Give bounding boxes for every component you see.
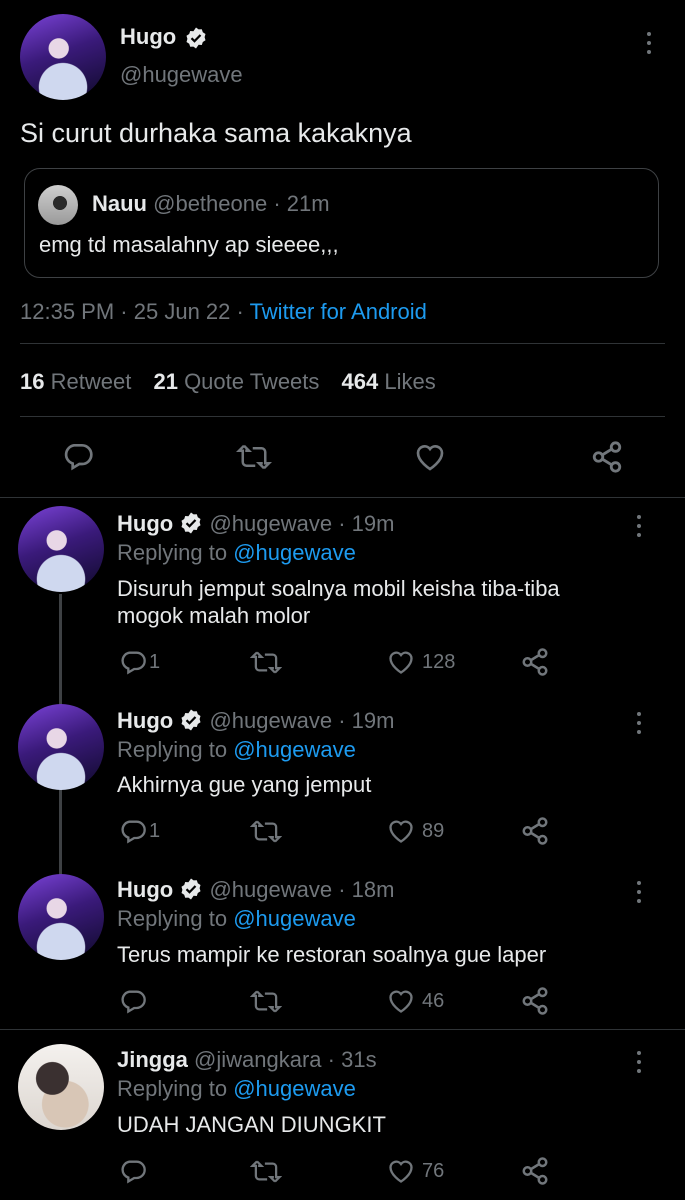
- reply-text: Terus mampir ke restoran soalnya gue lap…: [117, 942, 547, 967]
- like-icon[interactable]: [413, 441, 447, 473]
- reply-icon[interactable]: 1: [119, 817, 160, 845]
- replying-to-label: Replying to: [117, 540, 228, 565]
- main-author-name[interactable]: Hugo: [120, 24, 176, 49]
- main-author-name-row[interactable]: Hugo: [120, 24, 208, 50]
- retweet-icon[interactable]: [250, 988, 282, 1015]
- like-count: 76: [422, 1159, 445, 1182]
- replying-to-label: Replying to: [117, 906, 228, 931]
- reply-author-name[interactable]: Hugo: [117, 877, 173, 902]
- reply-author-handle[interactable]: @hugewave: [209, 877, 332, 902]
- retweet-icon[interactable]: [250, 649, 282, 676]
- likes-stat[interactable]: 464 Likes: [342, 369, 436, 394]
- like-icon[interactable]: 128: [386, 648, 455, 676]
- divider: [0, 1029, 685, 1030]
- reply-icon[interactable]: [119, 1157, 147, 1185]
- meta-separator: ·: [236, 299, 244, 324]
- quote-author-name: Nauu: [92, 191, 147, 216]
- tweet-stats: 16 Retweet 21 Quote Tweets 464 Likes: [20, 369, 436, 395]
- main-author-avatar[interactable]: [20, 14, 106, 100]
- replying-to-link[interactable]: @hugewave: [233, 540, 356, 565]
- replying-to-link[interactable]: @hugewave: [233, 906, 356, 931]
- reply-icon[interactable]: 1: [119, 648, 160, 676]
- quote-time: · 21m: [273, 191, 330, 216]
- quote-card[interactable]: Nauu @betheone · 21m emg td masalahny ap…: [24, 168, 659, 278]
- reply-avatar[interactable]: [18, 704, 104, 790]
- reply-time: · 19m: [338, 708, 395, 733]
- verified-badge-icon: [181, 709, 201, 731]
- more-icon[interactable]: [637, 712, 643, 739]
- main-more-icon[interactable]: [647, 32, 653, 59]
- quote-author-avatar: [38, 185, 78, 225]
- tweet-meta: 12:35 PM · 25 Jun 22 · Twitter for Andro…: [20, 299, 427, 325]
- reply-author-name[interactable]: Jingga: [117, 1047, 188, 1072]
- more-icon[interactable]: [637, 1051, 643, 1078]
- reply-text: Disuruh jemput soalnya mobil keisha tiba…: [117, 576, 560, 628]
- reply-author-handle[interactable]: @hugewave: [209, 708, 332, 733]
- tweet-date: 25 Jun 22: [133, 299, 231, 324]
- reply-count: 1: [149, 650, 161, 673]
- reply-author-name[interactable]: Hugo: [117, 511, 173, 536]
- reply-time: · 31s: [327, 1047, 377, 1072]
- like-count: 128: [422, 650, 456, 673]
- reply-author-handle[interactable]: @jiwangkara: [194, 1047, 322, 1072]
- replying-to-link[interactable]: @hugewave: [233, 737, 356, 762]
- more-icon[interactable]: [637, 515, 643, 542]
- like-icon[interactable]: 76: [386, 1157, 444, 1185]
- share-icon[interactable]: [520, 816, 550, 846]
- replying-to-label: Replying to: [117, 1076, 228, 1101]
- like-count: 89: [422, 819, 445, 842]
- reply-text: Akhirnya gue yang jemput: [117, 772, 372, 797]
- reply-time: · 18m: [338, 877, 395, 902]
- quote-author-handle: @betheone: [153, 191, 268, 216]
- reply-icon[interactable]: [119, 987, 147, 1015]
- main-tweet-text: Si curut durhaka sama kakaknya: [20, 118, 412, 148]
- reply-avatar[interactable]: [18, 1044, 104, 1130]
- share-icon[interactable]: [520, 986, 550, 1016]
- verified-badge-icon: [186, 27, 206, 49]
- share-icon[interactable]: [520, 647, 550, 677]
- reply-icon[interactable]: [62, 440, 94, 472]
- reply-avatar[interactable]: [18, 874, 104, 960]
- retweet-icon[interactable]: [236, 442, 272, 472]
- like-icon[interactable]: 89: [386, 817, 444, 845]
- divider: [20, 343, 665, 344]
- more-icon[interactable]: [637, 881, 643, 908]
- reply-time: · 19m: [338, 511, 395, 536]
- verified-badge-icon: [181, 512, 201, 534]
- reply-author-handle[interactable]: @hugewave: [209, 511, 332, 536]
- retweet-stat[interactable]: 16 Retweet: [20, 369, 131, 394]
- quote-text: emg td masalahny ap sieeee,,,: [39, 232, 339, 257]
- like-icon[interactable]: 46: [386, 987, 444, 1015]
- reply-author-name[interactable]: Hugo: [117, 708, 173, 733]
- verified-badge-icon: [181, 878, 201, 900]
- reply-count: 1: [149, 819, 161, 842]
- tweet-source-link[interactable]: Twitter for Android: [250, 299, 427, 324]
- retweet-icon[interactable]: [250, 1158, 282, 1185]
- main-author-handle[interactable]: @hugewave: [120, 62, 243, 88]
- replying-to-link[interactable]: @hugewave: [233, 1076, 356, 1101]
- tweet-time: 12:35 PM: [20, 299, 115, 324]
- like-count: 46: [422, 989, 445, 1012]
- reply-text: UDAH JANGAN DIUNGKIT: [117, 1112, 386, 1137]
- divider: [0, 497, 685, 498]
- divider: [20, 416, 665, 417]
- meta-separator: ·: [120, 299, 128, 324]
- replying-to-label: Replying to: [117, 737, 228, 762]
- share-icon[interactable]: [590, 440, 624, 474]
- retweet-icon[interactable]: [250, 818, 282, 845]
- reply-avatar[interactable]: [18, 506, 104, 592]
- quote-tweets-stat[interactable]: 21 Quote Tweets: [153, 369, 319, 394]
- share-icon[interactable]: [520, 1156, 550, 1186]
